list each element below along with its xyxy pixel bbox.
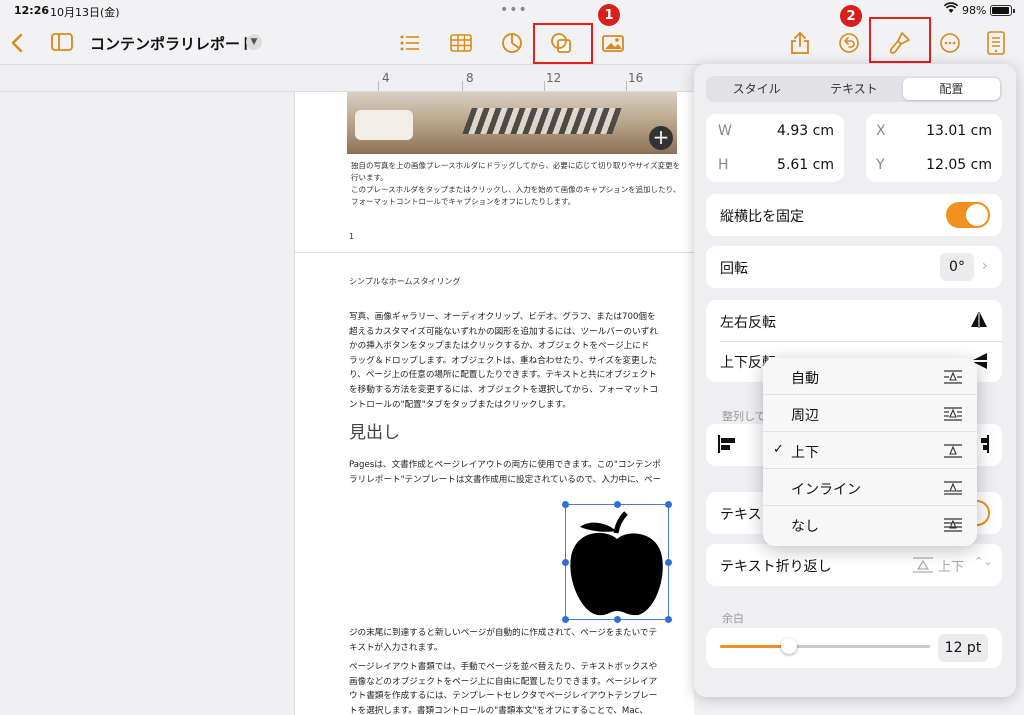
apple-shape[interactable] [562,501,672,623]
annotation-badge-1: 1 [598,4,620,26]
lock-aspect-row: 縦横比を固定 [706,194,1002,236]
updown-chevron-icon: ⌃⌄ [974,555,993,568]
body-paragraph-1[interactable]: 写真、画像ギャラリー、オーディオクリップ、ビデオ、グラフ、または700個を 超え… [349,310,679,412]
text-wrap-label: テキスト折り返し [720,559,832,575]
text-wrap-value: 上下 [938,560,965,575]
text-move-label: テキス [720,507,762,523]
page-number: 1 [349,232,355,241]
x-field[interactable]: 13.01 cm [926,123,992,139]
tab-text[interactable]: テキスト [805,78,902,100]
multitasking-dots-icon[interactable]: ••• [500,2,528,18]
ruler-tick: 4 [382,71,390,85]
ruler[interactable]: 4 8 12 16 [0,64,700,92]
format-button-highlight [869,17,931,63]
page-header[interactable]: シンプルなホームスタイリング [349,276,679,288]
width-field[interactable]: 4.93 cm [777,123,834,139]
placeholder-photo[interactable]: + [347,92,677,154]
size-box: W 4.93 cm H 5.61 cm [706,114,844,182]
rotate-row[interactable]: 回転 0° › [706,246,1002,288]
lock-aspect-label: 縦横比を固定 [720,209,804,225]
document-settings-icon[interactable] [985,30,1007,56]
tab-arrange[interactable]: 配置 [902,78,1000,100]
media-icon[interactable] [601,31,627,55]
wrap-option-none[interactable]: なし [763,506,977,543]
ruler-tick: 12 [546,71,562,85]
wrap-around-icon [943,406,963,422]
title-chevron-down-icon[interactable]: ▼ [246,34,262,50]
x-label: X [876,123,886,139]
text-wrap-menu: 自動 周辺 ✓ 上下 インライン なし [763,358,977,546]
wrap-none-icon [943,517,963,533]
align-right-icon[interactable] [980,435,990,457]
apple-icon [570,511,663,616]
undo-icon[interactable] [837,31,861,55]
checkmark-icon: ✓ [773,442,784,457]
align-caption: 整列して [722,410,766,423]
y-label: Y [876,157,885,173]
flip-horizontal-label[interactable]: 左右反転 [720,312,776,332]
document-title[interactable]: コンテンポラリレポート [90,33,255,54]
list-icon[interactable] [398,32,422,54]
page-break [295,252,694,253]
text-wrap-row[interactable]: テキスト折り返し 上下 ⌃⌄ [706,544,1002,586]
y-field[interactable]: 12.05 cm [926,157,992,173]
wrap-option-around[interactable]: 周辺 [763,395,977,432]
sidebar-toggle-icon[interactable] [50,32,74,52]
ruler-tick: 8 [466,71,474,85]
more-icon[interactable] [938,31,962,55]
margin-slider-knob[interactable] [781,638,798,654]
lock-aspect-toggle[interactable] [946,202,990,228]
wifi-icon [943,2,959,17]
share-icon[interactable] [788,30,812,56]
canvas-background [0,92,294,715]
height-field[interactable]: 5.61 cm [777,157,834,173]
ruler-tick: 16 [628,71,644,85]
margin-slider[interactable] [720,638,930,654]
wrap-top-bottom-icon [943,443,963,459]
margin-caption: 余白 [722,612,744,625]
battery-icon [990,5,1015,16]
wrap-top-bottom-icon [912,557,934,577]
add-image-plus-icon[interactable]: + [649,126,673,150]
width-label: W [718,123,732,139]
table-icon[interactable] [449,32,473,54]
wrap-option-top-bottom[interactable]: ✓ 上下 [763,432,977,469]
format-tabs: スタイル テキスト 配置 [706,76,1002,102]
battery-percent: 98% [962,4,987,17]
tab-style[interactable]: スタイル [708,78,805,100]
status-date: 10月13日(金) [50,6,120,19]
flip-horizontal-icon[interactable] [970,312,988,332]
chart-pie-icon[interactable] [500,31,524,55]
body-paragraph-2[interactable]: Pagesは、文書作成とページレイアウトの両方に使用できます。この"コンテンポ … [349,458,679,487]
wrap-auto-icon [943,369,963,385]
height-label: H [718,157,729,173]
status-time: 12:26 [14,4,50,17]
annotation-badge-2: 2 [840,5,862,27]
body-paragraph-4[interactable]: ページレイアウト書類では、手動でページを並べ替えたり、テキストボックスや 画像な… [349,660,679,715]
rotate-label: 回転 [720,261,748,277]
toolbar: コンテンポラリレポート ▼ 1 2 [0,4,1024,64]
body-paragraph-3[interactable]: ジの末尾に到達すると新しいページが自動的に作成されて、ページをまたいでテ キスト… [349,626,679,655]
wrap-option-inline[interactable]: インライン [763,469,977,506]
section-heading[interactable]: 見出し [349,418,400,443]
image-caption[interactable]: 独自の写真を上の画像プレースホルダにドラッグしてから、必要に応じて切り取りやサイ… [351,160,681,208]
margin-value[interactable]: 12 pt [938,634,988,662]
rotate-value[interactable]: 0° [940,253,974,281]
wrap-option-auto[interactable]: 自動 [763,358,977,395]
wrap-inline-icon [943,480,963,496]
back-chevron-icon[interactable] [6,30,28,56]
align-left-icon[interactable] [718,435,738,457]
position-box: X 13.01 cm Y 12.05 cm [866,114,1002,182]
chevron-right-icon: › [982,258,988,274]
shape-button-highlight [533,23,593,64]
document-page[interactable]: + 独自の写真を上の画像プレースホルダにドラッグしてから、必要に応じて切り取りや… [294,92,694,715]
margin-row: 12 pt [706,628,1002,668]
